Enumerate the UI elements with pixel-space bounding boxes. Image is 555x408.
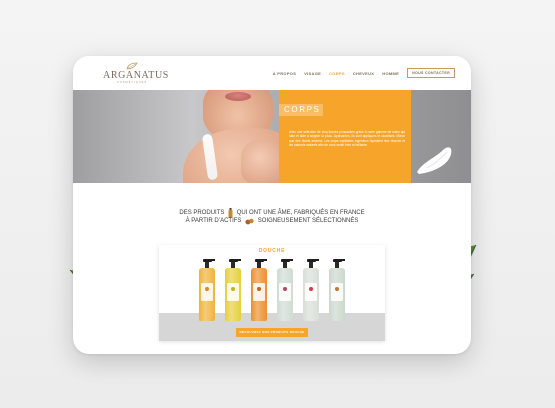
label-dot	[309, 287, 313, 291]
contact-button[interactable]: NOUS CONTACTER	[407, 68, 455, 78]
product-bottle[interactable]	[303, 259, 319, 321]
pump-nozzle	[340, 259, 345, 261]
pump-nozzle	[210, 259, 215, 261]
product-category-title: DOUCHE	[258, 248, 286, 254]
product-category-card[interactable]: DOUCHE DÉCOUVREZ NOS PRODUITS DOUCHE	[159, 245, 385, 341]
pump-nozzle	[288, 259, 293, 261]
hero-title: CORPS	[284, 105, 321, 114]
product-bottles	[199, 259, 349, 321]
tagline-line2-a: À PARTIR D’ACTIFS	[185, 218, 242, 224]
bottle-label	[201, 283, 213, 301]
brand-logo[interactable]: ARGANATUS COSMÉTIQUES	[103, 62, 169, 85]
site-header: ARGANATUS COSMÉTIQUES À PROPOS VISAGE CO…	[73, 56, 471, 90]
tagline-line1-a: DES PRODUITS	[179, 209, 225, 216]
nav-item-a-propos[interactable]: À PROPOS	[273, 71, 297, 76]
nav-item-corps[interactable]: CORPS	[329, 71, 345, 76]
hero-description: Avec une sélection de cinq formes puissa…	[289, 130, 405, 148]
logo-leaf-icon	[126, 62, 138, 70]
brand-tagline: DES PRODUITS QUI ONT UNE ÂME, FABRIQUÉS …	[73, 208, 471, 226]
pump-nozzle	[262, 259, 267, 261]
label-dot	[205, 287, 209, 291]
label-dot	[335, 287, 339, 291]
bottle-label	[253, 283, 265, 301]
label-dot	[283, 287, 287, 291]
bottle-label	[279, 283, 291, 301]
bottle-icon	[228, 208, 233, 218]
brand-name: ARGANATUS	[103, 70, 169, 81]
main-navigation: À PROPOS VISAGE CORPS CHEVEUX HOMME NOUS…	[273, 68, 455, 78]
product-bottle[interactable]	[225, 259, 241, 321]
label-dot	[231, 287, 235, 291]
pump-nozzle	[236, 259, 241, 261]
product-bottle[interactable]	[329, 259, 345, 321]
hero-text-panel: CORPS Avec une sélection de cinq formes …	[279, 90, 411, 183]
tagline-line2-b: SOIGNEUSEMENT SÉLECTIONNÉS	[257, 218, 359, 224]
pump-nozzle	[314, 259, 319, 261]
discover-products-button[interactable]: DÉCOUVREZ NOS PRODUITS DOUCHE	[236, 328, 308, 337]
hero-photo-lips	[225, 92, 251, 101]
hero-banner: CORPS Avec une sélection de cinq formes …	[73, 90, 471, 183]
product-bottle[interactable]	[199, 259, 215, 321]
website-screen: ARGANATUS COSMÉTIQUES À PROPOS VISAGE CO…	[73, 56, 471, 354]
cream-swatch-icon	[417, 147, 452, 174]
bottle-label	[227, 283, 239, 301]
nav-item-visage[interactable]: VISAGE	[304, 71, 321, 76]
bottle-label	[305, 283, 317, 301]
label-dot	[257, 287, 261, 291]
bottle-label	[331, 283, 343, 301]
nav-item-cheveux[interactable]: CHEVEUX	[353, 71, 374, 76]
argan-nut-icon	[245, 218, 254, 225]
product-bottle[interactable]	[251, 259, 267, 321]
product-bottle[interactable]	[277, 259, 293, 321]
brand-subtitle: COSMÉTIQUES	[116, 81, 148, 84]
nav-item-homme[interactable]: HOMME	[382, 71, 399, 76]
tagline-line1-b: QUI ONT UNE ÂME, FABRIQUÉS EN FRANCE	[236, 209, 365, 216]
